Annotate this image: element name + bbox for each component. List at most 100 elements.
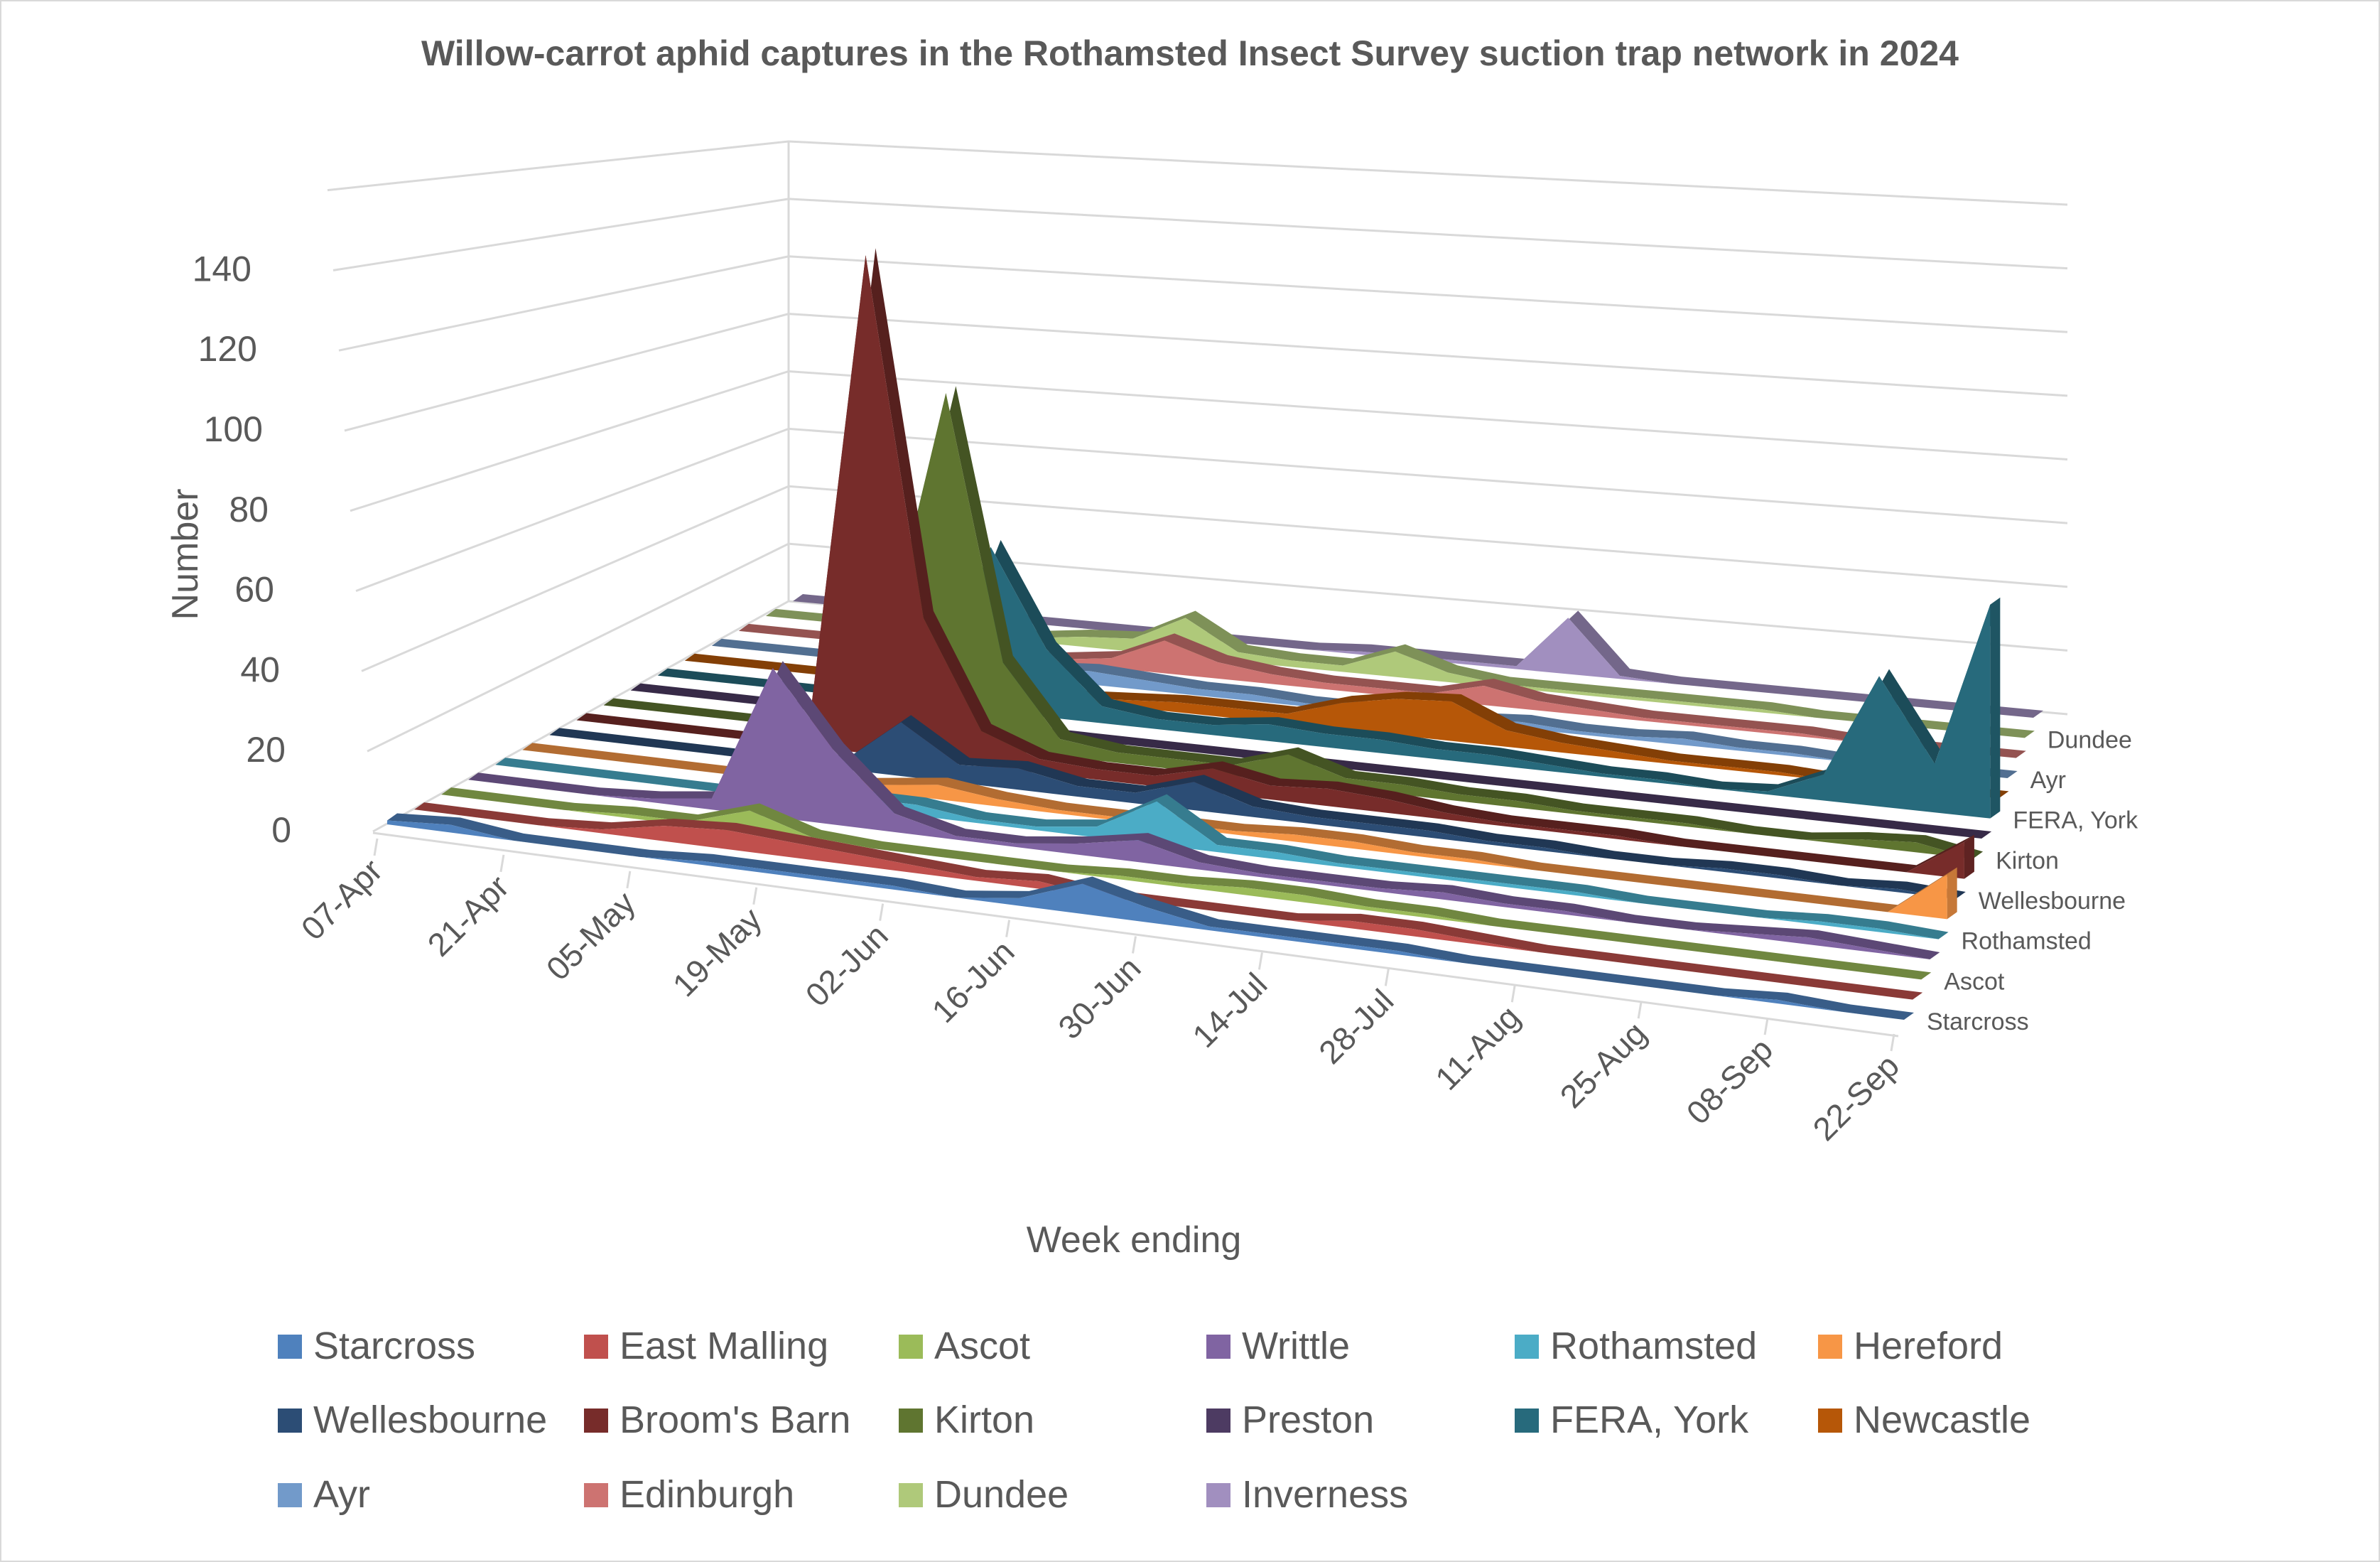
legend-swatch <box>1515 1335 1539 1359</box>
legend-label: East Malling <box>620 1325 828 1367</box>
x-tick <box>499 854 505 873</box>
x-tick-label: 08-Sep <box>1679 1030 1780 1131</box>
legend: Starcross East Malling Ascot Writtle Rothams… <box>278 1325 2030 1516</box>
x-tick-label: 25-Aug <box>1553 1014 1654 1115</box>
legend-label: Writtle <box>1242 1325 1350 1367</box>
legend-label: Starcross <box>313 1325 475 1367</box>
legend-label: Kirton <box>934 1399 1034 1441</box>
legend-swatch <box>899 1409 923 1433</box>
gridline <box>327 140 2068 206</box>
x-tick-label: 02-Jun <box>799 917 895 1013</box>
legend-swatch <box>584 1409 608 1433</box>
legend-item: Ascot <box>899 1325 1030 1367</box>
y-tick-label: 140 <box>193 249 251 289</box>
gridline <box>344 313 2068 432</box>
y-tick-label: 120 <box>198 329 257 369</box>
x-tick-label: 14-Jul <box>1185 966 1274 1055</box>
legend-label: Edinburgh <box>620 1473 794 1516</box>
x-tick <box>1763 1017 1769 1035</box>
depth-label: Kirton <box>1996 847 2059 874</box>
legend-item: Starcross <box>278 1325 475 1367</box>
legend-item: Dundee <box>899 1473 1069 1516</box>
x-tick <box>626 871 632 889</box>
legend-swatch <box>1206 1335 1230 1359</box>
x-tick-label: 30-Jun <box>1051 949 1147 1046</box>
x-tick <box>879 903 885 921</box>
y-tick-label: 100 <box>204 409 263 449</box>
legend-swatch <box>584 1335 608 1359</box>
legend-item: Ayr <box>278 1473 370 1516</box>
x-tick-label: 16-Jun <box>924 933 1021 1030</box>
x-tick-label: 19-May <box>666 900 769 1003</box>
legend-item: Wellesbourne <box>278 1399 547 1441</box>
legend-swatch <box>899 1335 923 1359</box>
legend-swatch <box>899 1483 923 1507</box>
y-tick-label: 60 <box>234 570 274 610</box>
x-tick <box>1132 936 1137 954</box>
depth-label: Ascot <box>1944 968 2005 995</box>
x-tick <box>752 887 758 905</box>
legend-item: Rothamsted <box>1515 1325 1757 1367</box>
x-axis-title: Week ending <box>1027 1219 1242 1261</box>
legend-label: Wellesbourne <box>313 1399 547 1441</box>
legend-swatch <box>278 1483 302 1507</box>
legend-item: Hereford <box>1818 1325 2003 1367</box>
y-tick-label: 20 <box>246 730 286 770</box>
area-end-face <box>1964 834 1974 879</box>
legend-swatch <box>1206 1409 1230 1433</box>
depth-label: Starcross <box>1927 1008 2029 1035</box>
depth-label: FERA, York <box>2013 807 2138 834</box>
y-tick-label: 80 <box>229 490 269 529</box>
legend-item: Inverness <box>1206 1473 1408 1516</box>
legend-label: Ascot <box>934 1325 1030 1367</box>
area-end-face <box>1947 867 1957 920</box>
legend-item: Broom's Barn <box>584 1399 850 1441</box>
y-tick-label: 40 <box>240 650 280 689</box>
legend-item: Kirton <box>899 1399 1034 1441</box>
x-tick-label: 07-Apr <box>294 851 389 947</box>
x-tick-label: 11-Aug <box>1428 998 1527 1097</box>
x-tick-label: 22-Sep <box>1805 1047 1906 1148</box>
legend-swatch <box>584 1483 608 1507</box>
x-tick-label: 05-May <box>539 884 642 987</box>
depth-label: Ayr <box>2030 767 2066 794</box>
legend-label: Ayr <box>313 1473 370 1516</box>
legend-label: Newcastle <box>1854 1399 2030 1441</box>
y-axis-ticks: 0 20 40 60 80 100 120 140 <box>193 249 291 850</box>
area-chart-3d: Willow-carrot aphid captures in the Roth… <box>165 33 2138 1516</box>
legend-label: Preston <box>1242 1399 1374 1441</box>
area-end-face <box>1990 597 2001 819</box>
legend-label: Rothamsted <box>1550 1325 1757 1367</box>
legend-label: Inverness <box>1242 1473 1408 1516</box>
legend-item: Writtle <box>1206 1325 1350 1367</box>
legend-item: FERA, York <box>1515 1399 1749 1441</box>
x-tick <box>1890 1033 1895 1052</box>
legend-swatch <box>278 1409 302 1433</box>
gridline <box>350 370 2068 512</box>
legend-swatch <box>1206 1483 1230 1507</box>
legend-swatch <box>1818 1335 1842 1359</box>
chart-title: Willow-carrot aphid captures in the Roth… <box>421 33 1959 73</box>
legend-item: East Malling <box>584 1325 828 1367</box>
x-tick <box>1510 985 1516 1003</box>
gridline <box>332 198 2068 271</box>
x-tick <box>1384 969 1390 986</box>
y-axis-title: Number <box>165 489 206 620</box>
legend-swatch <box>278 1335 302 1359</box>
legend-item: Edinburgh <box>584 1473 794 1516</box>
x-tick-label: 21-Apr <box>421 868 516 963</box>
legend-item: Preston <box>1206 1399 1374 1441</box>
legend-label: Broom's Barn <box>620 1399 850 1441</box>
depth-label: Wellesbourne <box>1979 888 2126 915</box>
depth-label: Dundee <box>2048 726 2132 753</box>
x-tick <box>1637 1001 1643 1019</box>
x-tick-label: 28-Jul <box>1311 982 1400 1071</box>
legend-label: Dundee <box>934 1473 1069 1516</box>
legend-item: Newcastle <box>1818 1399 2030 1441</box>
legend-label: Hereford <box>1854 1325 2003 1367</box>
legend-label: FERA, York <box>1550 1399 1749 1441</box>
legend-swatch <box>1515 1409 1539 1433</box>
depth-label: Rothamsted <box>1962 928 2092 955</box>
y-tick-label: 0 <box>271 810 291 850</box>
legend-swatch <box>1818 1409 1842 1433</box>
